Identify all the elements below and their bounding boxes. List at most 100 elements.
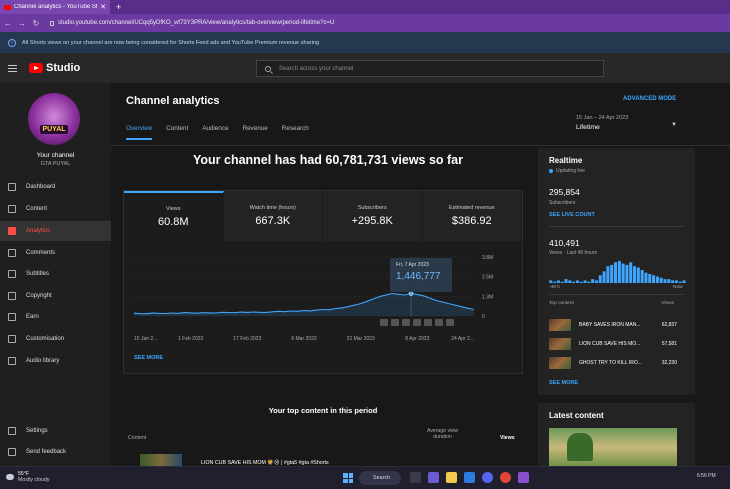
realtime-bar xyxy=(564,279,568,283)
browser-tab[interactable]: Channel analytics - YouTube Studio ✕ xyxy=(0,0,110,14)
realtime-bar xyxy=(568,280,572,283)
sidebar-item-settings[interactable]: Settings xyxy=(0,421,111,441)
sidebar-item-subtitles[interactable]: Subtitles xyxy=(0,264,111,284)
advanced-mode-button[interactable]: ADVANCED MODE xyxy=(623,96,676,102)
table-row[interactable]: LION CUB SAVE HIS MOM 🦁😢 | #gta5 #gta #S… xyxy=(128,451,518,466)
realtime-bar xyxy=(606,266,610,283)
reload-icon[interactable]: ↻ xyxy=(32,19,40,28)
forward-icon[interactable]: → xyxy=(18,19,26,28)
url-field[interactable]: studio.youtube.com/channel/UCqq5yDfKO_wf… xyxy=(46,17,726,30)
sidebar-item-label: Copyright xyxy=(26,293,52,299)
taskbar-search[interactable]: Search xyxy=(359,471,401,485)
info-banner-text: All Shorts views on your channel are now… xyxy=(22,39,320,46)
col-views[interactable]: Views xyxy=(500,435,515,441)
sidebar-item-label: Send feedback xyxy=(26,449,67,455)
realtime-bar xyxy=(625,264,629,283)
realtime-bar xyxy=(640,270,644,283)
latest-video-thumbnail[interactable] xyxy=(549,428,677,471)
realtime-bar xyxy=(621,263,625,283)
content-icon xyxy=(8,205,16,213)
sidebar-item-copyright[interactable]: Copyright xyxy=(0,286,111,306)
weather-widget[interactable]: 55°F Mostly cloudy xyxy=(6,471,49,483)
live-dot-icon xyxy=(549,169,553,173)
see-more-button[interactable]: SEE MORE xyxy=(134,355,163,361)
back-icon[interactable]: ← xyxy=(4,19,12,28)
realtime-bar xyxy=(575,280,579,283)
realtime-bar xyxy=(610,264,614,283)
list-item[interactable]: LION CUB SAVE HIS MO... 57,581 xyxy=(549,338,686,350)
sidebar-item-label: Comments xyxy=(26,250,56,256)
task-view-icon[interactable] xyxy=(410,472,421,483)
search-input[interactable]: Search across your channel xyxy=(256,60,604,77)
list-item[interactable]: GHOST TRY TO KILL IRO... 32,230 xyxy=(549,357,686,369)
upload-marker xyxy=(391,319,399,326)
tab-research[interactable]: Research xyxy=(282,125,309,140)
sidebar-item-audio-library[interactable]: Audio library xyxy=(0,351,111,371)
sidebar-item-analytics[interactable]: Analytics xyxy=(0,221,111,241)
realtime-bar xyxy=(583,280,587,283)
realtime-card: Realtime Updating live 295,854 Subscribe… xyxy=(538,148,695,395)
chrome-icon[interactable] xyxy=(500,472,511,483)
video-thumbnail xyxy=(549,319,571,331)
col-avg-duration[interactable]: Average view duration xyxy=(420,428,465,440)
studio-logo-text: Studio xyxy=(46,62,81,74)
kpi-subscribers[interactable]: Subscribers +295.8K xyxy=(323,191,423,241)
avatar[interactable]: PUYAL xyxy=(28,93,80,145)
realtime-bar-chart[interactable] xyxy=(549,259,686,283)
views-line-chart[interactable]: 3.8M 2.5M 1.3M 0 15 Jan 2... 1 Feb 2023 17 Feb… xyxy=(134,249,514,344)
sidebar-item-label: Earn xyxy=(26,314,39,320)
latest-content-card: Latest content xyxy=(538,403,695,473)
sidebar-item-earn[interactable]: Earn xyxy=(0,307,111,327)
edge-icon[interactable] xyxy=(464,472,475,483)
upload-marker xyxy=(424,319,432,326)
sidebar-item-content[interactable]: Content xyxy=(0,199,111,219)
video-thumbnail[interactable] xyxy=(140,454,182,466)
highlight-point xyxy=(408,291,414,296)
x-tick-label: 15 Jan 2... xyxy=(134,336,157,342)
x-tick-label: 6 Mar 2023 xyxy=(291,336,317,342)
tab-content[interactable]: Content xyxy=(166,125,188,140)
kpi-label: Subscribers xyxy=(357,205,387,211)
weather-desc: Mostly cloudy xyxy=(18,477,50,483)
sidebar-item-dashboard[interactable]: Dashboard xyxy=(0,177,111,197)
subtitles-icon xyxy=(8,270,16,278)
discord-icon[interactable] xyxy=(482,472,493,483)
y-tick-label: 0 xyxy=(482,314,485,320)
menu-icon[interactable] xyxy=(8,63,17,74)
analytics-icon xyxy=(8,227,16,235)
chat-icon[interactable] xyxy=(428,472,439,483)
sidebar-item-send-feedback[interactable]: Send feedback xyxy=(0,442,111,462)
search-icon xyxy=(265,65,271,72)
info-banner: i All Shorts views on your channel are n… xyxy=(0,32,730,53)
date-range-picker[interactable]: 15 Jan – 24 Apr 2023 Lifetime ▼ xyxy=(576,115,677,131)
main-content: Channel analytics Overview Content Audie… xyxy=(111,83,730,473)
close-tab-icon[interactable]: ✕ xyxy=(100,3,106,11)
video-thumbnail xyxy=(549,357,571,369)
top-content-label: Top content xyxy=(549,301,574,306)
channel-name: GTA PUYAL xyxy=(40,161,71,167)
kpi-views[interactable]: Views 60.8M xyxy=(124,191,224,241)
browser-tab-bar: Channel analytics - YouTube Studio ✕ + xyxy=(0,0,730,14)
col-content: Content xyxy=(128,435,147,441)
tab-revenue[interactable]: Revenue xyxy=(243,125,268,140)
windows-start-icon[interactable] xyxy=(343,473,353,483)
realtime-bar xyxy=(682,280,686,283)
see-more-button[interactable]: SEE MORE xyxy=(549,380,578,386)
see-live-count-button[interactable]: SEE LIVE COUNT xyxy=(549,212,595,218)
top-content-title: Your top content in this period xyxy=(268,406,378,415)
kpi-watch-time[interactable]: Watch time (hours) 667.3K xyxy=(223,191,323,241)
file-explorer-icon[interactable] xyxy=(446,472,457,483)
analytics-tabs: Overview Content Audience Revenue Resear… xyxy=(126,125,309,140)
realtime-bar xyxy=(556,280,560,283)
browser-app-icon[interactable] xyxy=(518,472,529,483)
sidebar-item-customisation[interactable]: Customisation xyxy=(0,329,111,349)
kpi-revenue[interactable]: Estimated revenue $386.92 xyxy=(422,191,522,241)
tab-audience[interactable]: Audience xyxy=(202,125,228,140)
date-range-text: 15 Jan – 24 Apr 2023 xyxy=(576,115,629,121)
upload-marker xyxy=(413,319,421,326)
new-tab-icon[interactable]: + xyxy=(116,2,121,12)
tab-overview[interactable]: Overview xyxy=(126,125,153,140)
list-item[interactable]: BABY SAVES IRON MAN... 62,837 xyxy=(549,319,686,331)
studio-logo[interactable]: Studio xyxy=(29,62,80,74)
sidebar-item-comments[interactable]: Comments xyxy=(0,243,111,263)
